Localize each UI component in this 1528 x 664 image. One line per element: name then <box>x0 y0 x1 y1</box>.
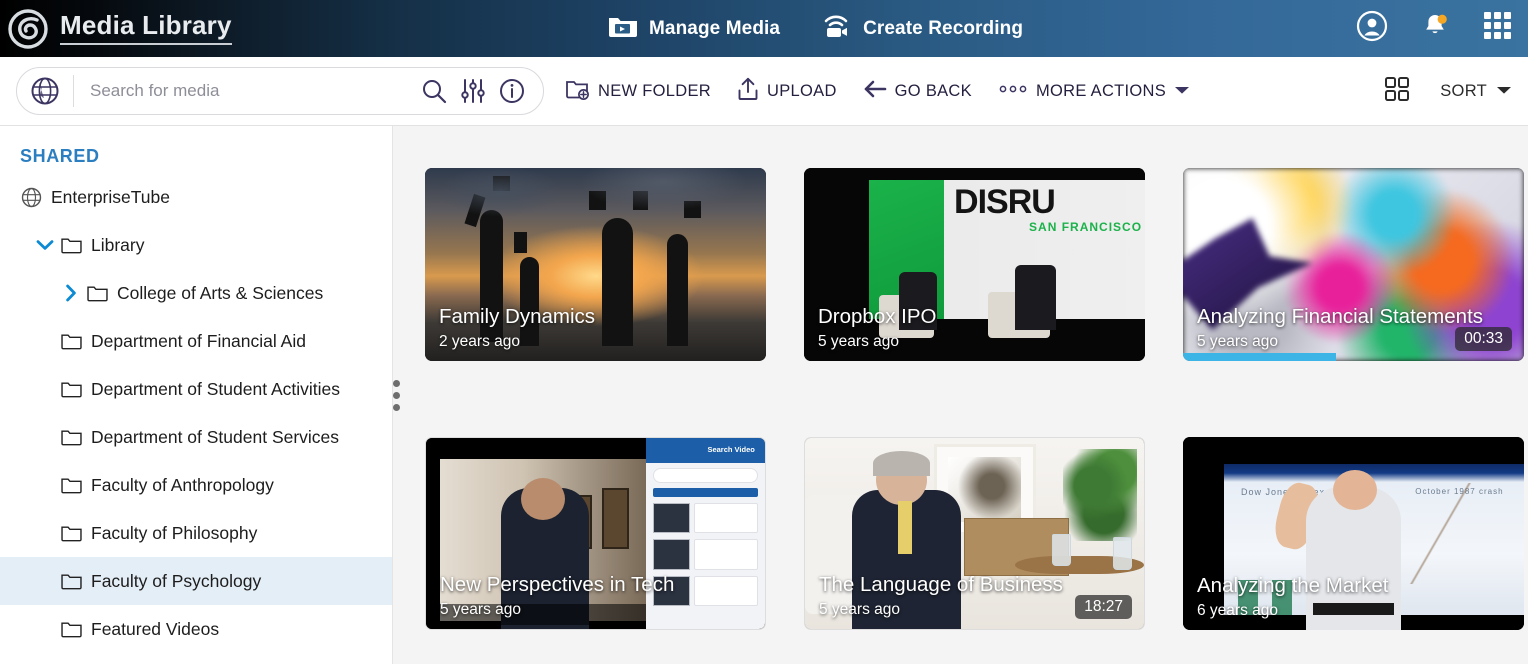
media-card[interactable]: Analyzing Financial Statements 5 years a… <box>1183 168 1524 361</box>
nav-create-recording[interactable]: Create Recording <box>822 12 1023 45</box>
search-icon[interactable] <box>421 78 447 104</box>
nav-label: Manage Media <box>649 17 781 39</box>
folder-icon <box>58 380 84 398</box>
body: SHARED EnterpriseTube Library College of… <box>0 126 1528 664</box>
apps-grid-icon[interactable] <box>1482 10 1514 47</box>
media-card-duration: 00:33 <box>1455 327 1512 351</box>
go-back-label: GO BACK <box>894 81 972 100</box>
notifications-bell-icon[interactable] <box>1420 11 1450 46</box>
folder-icon <box>84 284 110 302</box>
sidebar-item-department-of-student-activities[interactable]: Department of Student Activities <box>0 365 392 413</box>
sort-button[interactable]: SORT <box>1440 82 1512 101</box>
sidebar-item-label: Faculty of Anthropology <box>91 474 274 495</box>
nav-label: Create Recording <box>863 17 1024 39</box>
new-folder-button[interactable]: NEW FOLDER <box>566 78 711 105</box>
sidebar-section-title: SHARED <box>20 146 100 166</box>
search-action-icons <box>421 78 543 104</box>
sidebar-item-faculty-of-psychology[interactable]: Faculty of Psychology <box>0 557 392 605</box>
sort-label: SORT <box>1440 81 1487 100</box>
folder-icon <box>58 428 84 446</box>
sidebar-item-library[interactable]: Library <box>0 221 392 269</box>
create-recording-icon <box>822 12 852 45</box>
family-sunset-thumbnail <box>425 168 766 361</box>
chevron-right-icon[interactable] <box>58 284 84 302</box>
sidebar: SHARED EnterpriseTube Library College of… <box>0 126 393 664</box>
folder-icon <box>58 620 84 638</box>
sidebar-item-faculty-of-philosophy[interactable]: Faculty of Philosophy <box>0 509 392 557</box>
page-title: Media Library <box>60 12 232 45</box>
sidebar-item-label: Faculty of Psychology <box>91 570 262 591</box>
disrupt-stage-thumbnail: DISRU SAN FRANCISCO <box>804 168 1145 361</box>
media-grid-area: Family Dynamics 2 years ago DISRU SAN FR… <box>393 126 1528 664</box>
media-card[interactable]: Search Video New Perspectives in Tech 5 … <box>425 437 766 630</box>
video-player-thumbnail: Search Video <box>426 438 765 629</box>
toolbar-actions: NEW FOLDER UPLOAD GO BACK MORE ACTIONS <box>566 77 1190 106</box>
sidebar-item-department-of-student-services[interactable]: Department of Student Services <box>0 413 392 461</box>
sidebar-item-label: Featured Videos <box>91 618 220 639</box>
spiral-logo-icon <box>8 8 48 49</box>
speaker-stage-thumbnail: Dow Jones Index October 1987 crash <box>1183 437 1524 630</box>
search-input[interactable] <box>74 81 421 101</box>
sidebar-item-label: Library <box>91 234 145 255</box>
sidebar-resize-handle[interactable] <box>388 126 404 664</box>
app-header: Media Library Manage Media Create Record… <box>0 0 1528 57</box>
sidebar-item-featured-videos[interactable]: Featured Videos <box>0 605 392 653</box>
upload-icon <box>737 77 759 106</box>
search-bar <box>16 67 544 115</box>
drag-handle-icon <box>392 379 400 411</box>
sidebar-item-label: College of Arts & Sciences <box>117 282 324 303</box>
sidebar-item-label: Faculty of Philosophy <box>91 522 258 543</box>
media-card[interactable]: The Language of Business 5 years ago 18:… <box>804 437 1145 630</box>
info-icon[interactable] <box>499 78 525 104</box>
new-folder-label: NEW FOLDER <box>598 81 712 100</box>
folder-icon <box>58 476 84 494</box>
sidebar-item-department-of-financial-aid[interactable]: Department of Financial Aid <box>0 317 392 365</box>
header-right-icons <box>1356 10 1514 47</box>
more-actions-label: MORE ACTIONS <box>1035 81 1167 100</box>
media-card[interactable]: Dow Jones Index October 1987 crash Analy… <box>1183 437 1524 630</box>
folder-icon <box>58 236 84 254</box>
sidebar-item-label: EnterpriseTube <box>51 186 170 207</box>
header-nav: Manage Media Create Recording <box>608 12 1023 45</box>
media-grid: Family Dynamics 2 years ago DISRU SAN FR… <box>425 168 1528 630</box>
watch-progress-bar <box>1183 353 1337 361</box>
sidebar-item-faculty-of-anthropology[interactable]: Faculty of Anthropology <box>0 461 392 509</box>
sidebar-item-label: Department of Student Services <box>91 426 340 447</box>
media-card[interactable]: Family Dynamics 2 years ago <box>425 168 766 361</box>
globe-icon <box>18 187 44 208</box>
sidebar-item-college-of-arts-sciences[interactable]: College of Arts & Sciences <box>0 269 392 317</box>
more-actions-button[interactable]: MORE ACTIONS <box>998 82 1190 101</box>
go-back-button[interactable]: GO BACK <box>863 79 972 104</box>
folder-icon <box>58 332 84 350</box>
sidebar-item-enterprisetube[interactable]: EnterpriseTube <box>0 173 392 221</box>
folder-icon <box>58 572 84 590</box>
sidebar-item-label: Department of Financial Aid <box>91 330 306 351</box>
user-account-icon[interactable] <box>1356 10 1388 47</box>
chevron-down-icon <box>1496 82 1512 100</box>
sidebar-item-label: Department of Student Activities <box>91 378 341 399</box>
filter-sliders-icon[interactable] <box>461 78 485 104</box>
media-card[interactable]: DISRU SAN FRANCISCO Dropbox IPO 5 years … <box>804 168 1145 361</box>
chevron-down-icon <box>1174 82 1190 100</box>
upload-button[interactable]: UPLOAD <box>737 77 837 106</box>
manage-media-icon <box>608 13 638 44</box>
folder-icon <box>58 524 84 542</box>
grid-view-icon[interactable] <box>1384 76 1410 107</box>
nav-manage-media[interactable]: Manage Media <box>608 13 780 44</box>
media-card-duration: 18:27 <box>1075 595 1132 619</box>
upload-label: UPLOAD <box>767 81 837 100</box>
new-folder-icon <box>566 78 590 105</box>
three-dots-icon <box>998 82 1028 100</box>
globe-icon[interactable] <box>17 76 73 106</box>
chevron-down-icon[interactable] <box>32 239 58 251</box>
toolbar: NEW FOLDER UPLOAD GO BACK <box>0 57 1528 126</box>
brand[interactable]: Media Library <box>8 8 232 49</box>
toolbar-right: SORT <box>1384 76 1512 107</box>
arrow-left-icon <box>863 79 887 104</box>
